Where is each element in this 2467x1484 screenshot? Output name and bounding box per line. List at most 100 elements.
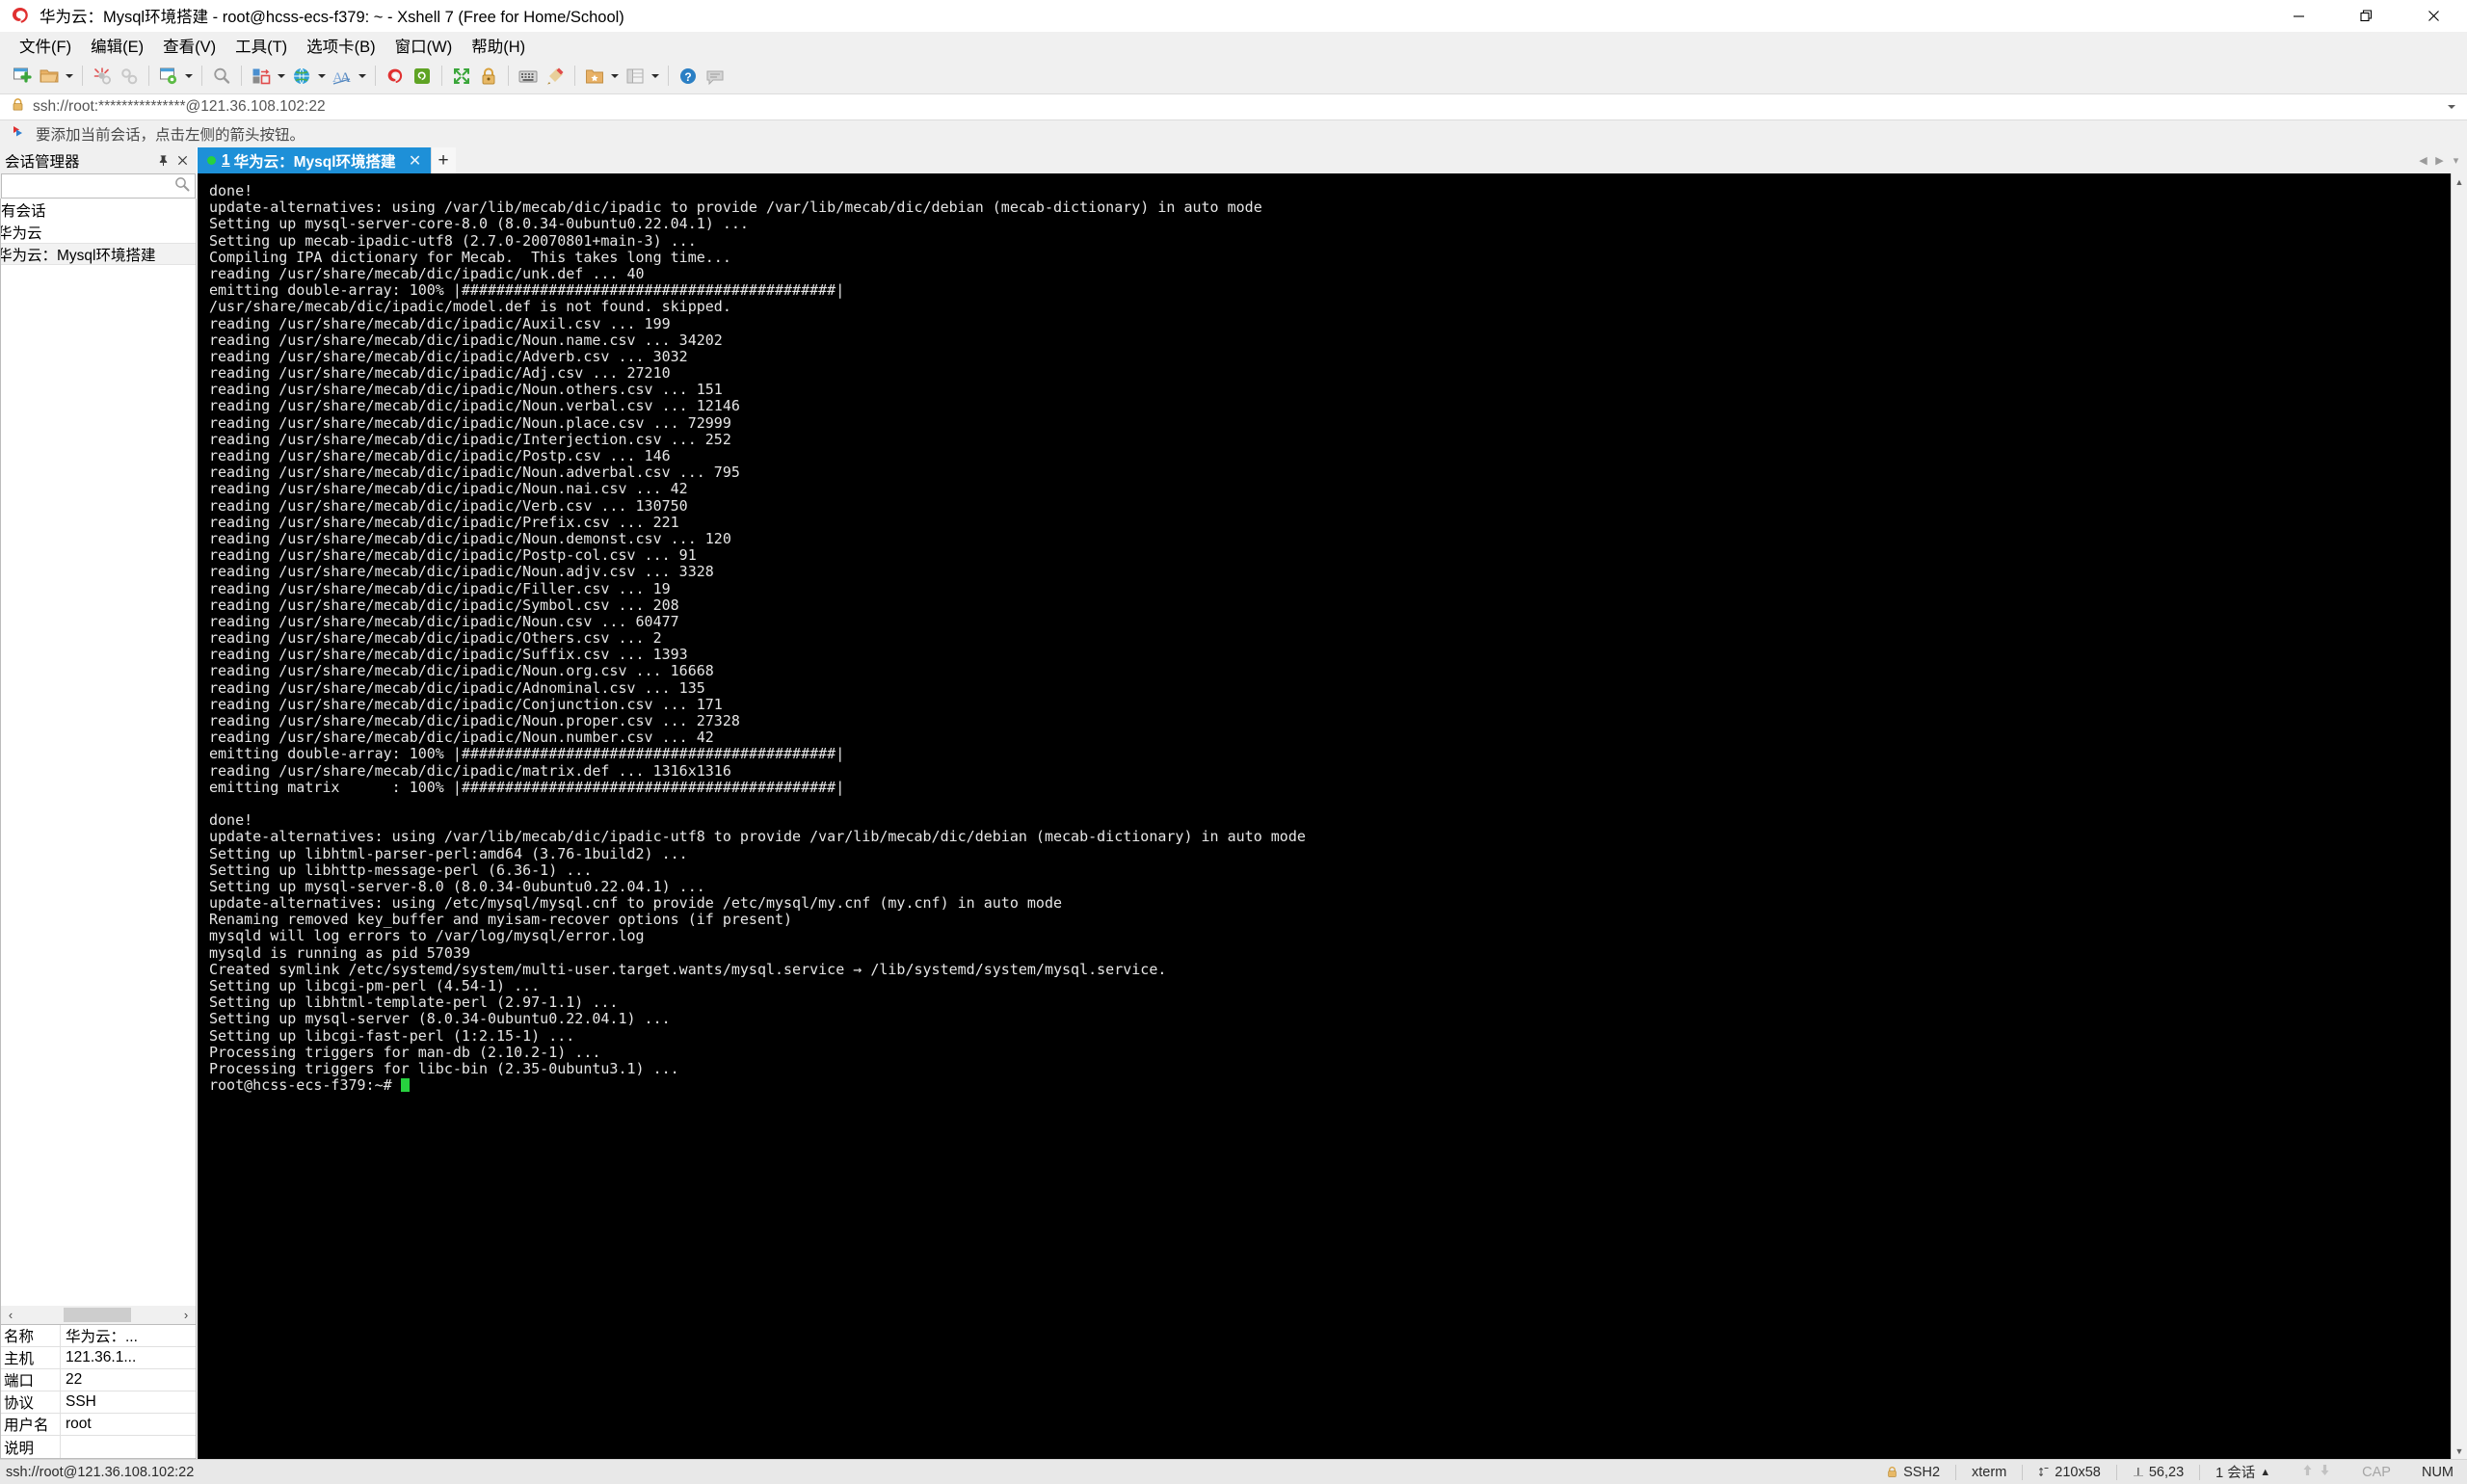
lock-icon	[11, 97, 25, 117]
terminal-line: emitting double-array: 100% |###########…	[209, 281, 845, 300]
address-bar[interactable]: ssh://root:***************@121.36.108.10…	[0, 93, 2467, 120]
property-value: root	[66, 1416, 92, 1432]
find-icon[interactable]	[208, 63, 235, 90]
open-session-icon[interactable]	[36, 63, 63, 90]
menu-edit[interactable]: 编辑(E)	[81, 31, 153, 60]
terminal-line: done!	[209, 182, 253, 199]
status-protocol-label: SSH2	[1903, 1464, 1941, 1480]
keyboard-icon[interactable]	[515, 63, 542, 90]
menu-file[interactable]: 文件(F)	[10, 31, 81, 60]
terminal-line: Setting up mysql-server-core-8.0 (8.0.34…	[209, 215, 749, 233]
toolbar-separator	[148, 66, 149, 86]
terminal-line: Setting up mysql-server (8.0.34-0ubuntu0…	[209, 1010, 671, 1028]
font-dropdown-icon[interactable]	[356, 63, 369, 90]
tab-list-icon[interactable]: ▾	[2449, 151, 2463, 171]
xftp-icon[interactable]	[409, 63, 436, 90]
layout-icon[interactable]	[622, 63, 649, 90]
terminal-prompt: root@hcss-ecs-f379:~#	[209, 1076, 401, 1095]
terminal-line: reading /usr/share/mecab/dic/ipadic/Noun…	[209, 563, 714, 581]
folder-star-dropdown-icon[interactable]	[608, 63, 622, 90]
tab-scroll-left-icon[interactable]: ◀	[2416, 151, 2430, 171]
tab-huaweicloud-mysql[interactable]: 1 华为云：Mysql环境搭建 ✕	[198, 147, 431, 173]
flag-icon	[12, 124, 27, 145]
status-terminal-type: xterm	[1972, 1464, 2007, 1480]
open-session-dropdown-icon[interactable]	[63, 63, 76, 90]
status-session-count[interactable]: 1 会话 ▲	[2200, 1462, 2286, 1482]
scroll-right-button[interactable]: ›	[176, 1306, 196, 1324]
folder-star-icon[interactable]	[581, 63, 608, 90]
menu-tabs[interactable]: 选项卡(B)	[297, 31, 385, 60]
tab-scroll-right-icon[interactable]: ▶	[2432, 151, 2447, 171]
menu-view[interactable]: 查看(V)	[153, 31, 225, 60]
terminal-line: emitting matrix : 100% |################…	[209, 778, 845, 796]
highlight-icon[interactable]	[542, 63, 569, 90]
terminal-line: mysqld will log errors to /var/log/mysql…	[209, 927, 645, 945]
terminal-line: update-alternatives: using /etc/mysql/my…	[209, 894, 1063, 913]
session-properties-icon[interactable]	[155, 63, 182, 90]
scroll-up-button[interactable]: ▲	[2452, 173, 2467, 190]
menu-tools[interactable]: 工具(T)	[225, 31, 297, 60]
scroll-down-button[interactable]: ▼	[2452, 1443, 2467, 1459]
address-url[interactable]: ssh://root:***************@121.36.108.10…	[33, 98, 326, 116]
comment-icon[interactable]	[702, 63, 729, 90]
terminal-line: mysqld is running as pid 57039	[209, 943, 470, 962]
terminal-scrollbar[interactable]: ▲ ▼	[2451, 173, 2467, 1459]
session-manager-title: 会话管理器	[5, 153, 80, 171]
session-properties-dropdown-icon[interactable]	[182, 63, 196, 90]
session-tree[interactable]: 有会话 华为云 华为云：Mysql环境搭建	[0, 199, 197, 1306]
session-search-box[interactable]	[1, 173, 196, 199]
terminal-line: reading /usr/share/mecab/dic/ipadic/Noun…	[209, 480, 688, 498]
status-size-label: 210x58	[2055, 1464, 2101, 1480]
close-button[interactable]	[2400, 0, 2467, 32]
web-browser-icon[interactable]	[288, 63, 315, 90]
tab-close-icon[interactable]: ✕	[408, 151, 423, 171]
scroll-track[interactable]	[2452, 190, 2467, 1443]
web-browser-dropdown-icon[interactable]	[315, 63, 329, 90]
menu-help[interactable]: 帮助(H)	[462, 31, 535, 60]
pin-icon[interactable]	[154, 152, 172, 170]
lock-icon[interactable]	[475, 63, 502, 90]
tree-item-all-sessions[interactable]: 有会话	[1, 199, 196, 221]
hscroll-thumb[interactable]	[64, 1308, 131, 1322]
terminal-line: Setting up libhtml-parser-perl:amd64 (3.…	[209, 844, 688, 862]
toolbar-separator	[241, 66, 242, 86]
xshell-logo-icon[interactable]	[382, 63, 409, 90]
terminal-line: Processing triggers for libc-bin (2.35-0…	[209, 1059, 679, 1077]
minimize-button[interactable]	[2265, 0, 2332, 32]
disconnect-icon[interactable]	[89, 63, 116, 90]
new-session-icon[interactable]	[9, 63, 36, 90]
layout-dropdown-icon[interactable]	[649, 63, 662, 90]
maximize-button[interactable]	[2332, 0, 2400, 32]
status-session-caret-icon[interactable]: ▲	[2260, 1467, 2270, 1478]
menu-window[interactable]: 窗口(W)	[385, 31, 463, 60]
terminal-line: done!	[209, 811, 253, 830]
close-icon[interactable]	[173, 152, 191, 170]
terminal-line: reading /usr/share/mecab/dic/ipadic/Adve…	[209, 347, 688, 365]
terminal-line: reading /usr/share/mecab/dic/ipadic/Inte…	[209, 430, 731, 448]
session-tree-hscrollbar[interactable]: ‹ ›	[0, 1306, 197, 1325]
new-tab-button[interactable]: +	[430, 147, 456, 173]
status-cursor-label: 56,23	[2148, 1464, 2185, 1480]
status-cursor-position: 56,23	[2117, 1465, 2199, 1480]
transfer-file-dropdown-icon[interactable]	[275, 63, 288, 90]
status-caps-lock: CAP	[2362, 1464, 2391, 1480]
tree-item-huaweicloud-mysql[interactable]: 华为云：Mysql环境搭建	[1, 243, 196, 265]
terminal-line: reading /usr/share/mecab/dic/ipadic/Noun…	[209, 662, 714, 680]
help-icon[interactable]: ?	[675, 63, 702, 90]
fullscreen-icon[interactable]	[448, 63, 475, 90]
notification-text: 要添加当前会话，点击左侧的箭头按钮。	[36, 127, 305, 144]
transfer-file-icon[interactable]	[248, 63, 275, 90]
hscroll-track[interactable]	[131, 1306, 176, 1324]
tree-item-huaweicloud[interactable]: 华为云	[1, 221, 196, 243]
property-value: 22	[66, 1371, 83, 1388]
search-input[interactable]	[2, 177, 173, 195]
search-icon[interactable]	[173, 175, 191, 198]
terminal-line: reading /usr/share/mecab/dic/ipadic/Post…	[209, 546, 697, 565]
font-icon[interactable]: A A	[329, 63, 356, 90]
reconnect-icon[interactable]	[116, 63, 143, 90]
session-properties-table: 名称 华为云：... 主机 121.36.1... 端口 22 协议 SSH 用…	[0, 1325, 197, 1459]
terminal-output[interactable]: done! update-alternatives: using /var/lib…	[198, 173, 2451, 1459]
address-dropdown-icon[interactable]	[2445, 97, 2458, 117]
toolbar-separator	[668, 66, 669, 86]
scroll-left-button[interactable]: ‹	[1, 1306, 20, 1324]
